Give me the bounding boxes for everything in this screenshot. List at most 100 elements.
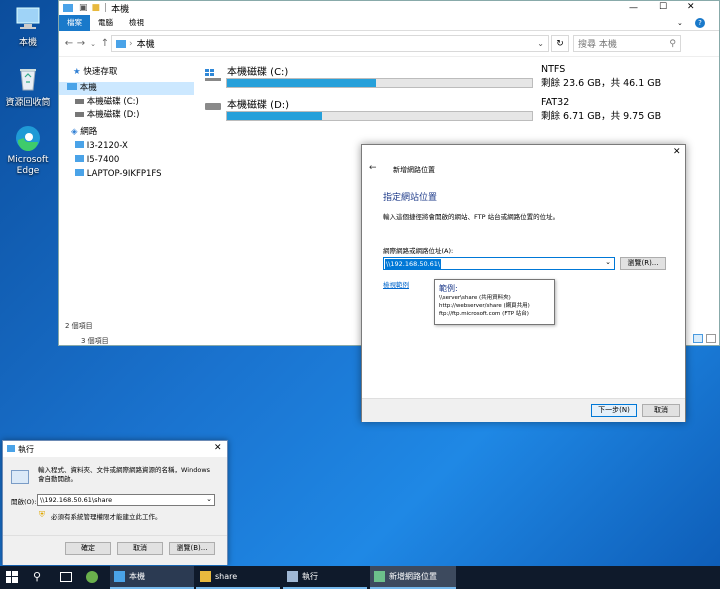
nav-host[interactable]: I3-2120-X: [75, 140, 128, 153]
pc-icon: [116, 39, 126, 48]
tab-view[interactable]: 檢視: [121, 15, 152, 31]
back-arrow-icon[interactable]: ←: [369, 163, 377, 173]
folder-small-icon[interactable]: ■: [92, 3, 101, 13]
open-label: 開啟(O):: [11, 498, 37, 506]
computer-icon: [75, 169, 84, 176]
desktop-icon-label: Microsoft Edge: [7, 155, 49, 176]
tooltip-line: ftp://ftp.microsoft.com (FTP 站台): [439, 311, 529, 317]
browse-button[interactable]: 瀏覽(R)...: [620, 257, 666, 270]
drive-usage-bar: [226, 111, 533, 121]
desktop-icon-label: 本機: [18, 38, 37, 48]
open-input-value: \\192.168.50.61\share: [40, 496, 113, 504]
edge-icon: [14, 124, 42, 152]
close-button[interactable]: ✕: [673, 147, 681, 157]
quick-save-icon[interactable]: ▣: [79, 3, 88, 13]
chevron-right-icon: ›: [129, 38, 133, 49]
view-examples-link[interactable]: 檢視範例: [383, 279, 409, 289]
run-icon: [7, 445, 15, 452]
drive-icon: [205, 103, 221, 110]
drive-filesystem: NTFS: [541, 64, 566, 75]
windows-drive-icon: [205, 69, 221, 81]
run-description: 輸入程式、資料夾、文件或網際網路資源的名稱，Windows 會自動開啟。: [38, 466, 211, 483]
cancel-button[interactable]: 取消: [117, 542, 163, 555]
chevron-down-icon[interactable]: ⌄: [677, 19, 683, 27]
shield-icon: ⛨: [39, 510, 45, 519]
taskbar-app-explorer[interactable]: 本機: [110, 566, 194, 589]
tab-file[interactable]: 檔案: [59, 14, 90, 31]
chevron-down-icon[interactable]: ⌄: [206, 495, 212, 503]
close-button[interactable]: ✕: [214, 443, 222, 453]
drive-filesystem: FAT32: [541, 97, 570, 108]
forward-button[interactable]: →: [75, 38, 87, 49]
search-icon: ⚲: [669, 38, 676, 49]
minimize-button[interactable]: —: [629, 3, 638, 13]
pinned-app-icon[interactable]: [86, 571, 98, 583]
explorer-icon: [114, 571, 125, 582]
admin-note: 必須有系統管理權限才能建立此工作。: [51, 513, 162, 521]
star-icon: ★: [73, 67, 81, 77]
taskbar-app-network-location[interactable]: 新增網路位置: [370, 566, 456, 589]
tooltip-title: 範例:: [439, 284, 458, 293]
recent-chevron-icon[interactable]: ⌄: [87, 40, 99, 48]
desktop-icon-edge[interactable]: Microsoft Edge: [0, 124, 56, 177]
start-button[interactable]: [6, 571, 18, 583]
wizard-instruction: 輸入這個捷徑將會開啟的網站、FTP 站台或網路位置的位址。: [383, 213, 560, 221]
run-dialog: 執行 ✕ 輸入程式、資料夾、文件或網際網路資源的名稱，Windows 會自動開啟…: [2, 440, 228, 565]
pc-icon: [67, 83, 77, 90]
navigation-pane: ★ 快速存取 本機 本機磁碟 (C:) 本機磁碟 (D:) ◈ 網路 I3-21…: [59, 59, 194, 321]
close-button[interactable]: ✕: [687, 2, 695, 12]
taskbar-app-run[interactable]: 執行: [283, 566, 367, 589]
refresh-button[interactable]: ↻: [551, 35, 569, 52]
ribbon: 檔案 電腦 檢視 ⌄ ?: [59, 14, 719, 31]
address-field[interactable]: \\192.168.50.61\ ⌄: [383, 257, 615, 270]
nav-this-pc[interactable]: 本機: [59, 82, 194, 95]
maximize-button[interactable]: ☐: [659, 2, 667, 12]
address-row: ← → ⌄ ↑ › 本機 ⌄ ↻ 搜尋 本機 ⚲: [59, 31, 719, 57]
ok-button[interactable]: 確定: [65, 542, 111, 555]
address-field-value: \\192.168.50.61\: [385, 259, 442, 269]
help-icon[interactable]: ?: [695, 17, 705, 28]
drive-space: 剩餘 6.71 GB，共 9.75 GB: [541, 111, 662, 122]
task-view-icon[interactable]: [60, 572, 72, 582]
drive-icon: [75, 112, 84, 117]
address-dropdown-icon[interactable]: ⌄: [537, 39, 544, 48]
browse-button[interactable]: 瀏覽(B)...: [169, 542, 215, 555]
chevron-down-icon[interactable]: ⌄: [605, 258, 611, 266]
up-button[interactable]: ↑: [99, 38, 111, 49]
computer-icon: [14, 4, 42, 32]
back-button[interactable]: ←: [63, 38, 75, 49]
drive-usage-bar: [226, 78, 533, 88]
add-network-location-dialog: ✕ ← 新增網路位置 指定網站位置 輸入這個捷徑將會開啟的網站、FTP 站台或網…: [361, 144, 686, 422]
nav-quick-access[interactable]: ★ 快速存取: [73, 66, 117, 79]
nav-host[interactable]: LAPTOP-9IKFP1FS: [75, 168, 162, 181]
nav-drive-d[interactable]: 本機磁碟 (D:): [75, 109, 139, 122]
computer-icon: [75, 155, 84, 162]
nav-drive-c[interactable]: 本機磁碟 (C:): [75, 96, 139, 109]
drive-icon: [75, 99, 84, 104]
tab-computer[interactable]: 電腦: [90, 15, 121, 31]
desktop-icon-label: 資源回收筒: [5, 98, 51, 108]
window-title: 本機: [111, 4, 130, 15]
folder-icon: [200, 571, 211, 582]
drive-name: 本機磁碟 (D:): [227, 100, 290, 111]
examples-tooltip: 範例: \\server\share (共用資料夾) http://webser…: [434, 279, 555, 325]
taskbar-app-share[interactable]: share: [196, 566, 280, 589]
run-icon: [287, 571, 298, 582]
address-bar[interactable]: › 本機 ⌄: [111, 35, 549, 52]
cancel-button[interactable]: 取消: [642, 404, 680, 417]
desktop-icon-this-pc[interactable]: 本機: [0, 4, 56, 48]
network-location-icon: [374, 571, 385, 582]
next-button[interactable]: 下一步(N): [591, 404, 637, 417]
search-icon[interactable]: ⚲: [33, 570, 41, 583]
details-view-button[interactable]: [693, 334, 703, 343]
open-input[interactable]: \\192.168.50.61\share ⌄: [37, 494, 215, 506]
tooltip-line: \\server\share (共用資料夾): [439, 295, 511, 301]
tiles-view-button[interactable]: [706, 334, 716, 343]
nav-host[interactable]: I5-7400: [75, 154, 119, 167]
search-input[interactable]: 搜尋 本機 ⚲: [573, 35, 681, 52]
explorer-titlebar: ▣ ■ | 本機 — ☐ ✕: [59, 1, 719, 15]
nav-network[interactable]: ◈ 網路: [71, 126, 97, 139]
address-field-label: 網際網路或網路位址(A):: [383, 247, 454, 255]
desktop-icon-recycle-bin[interactable]: 資源回收筒: [0, 64, 56, 108]
address-text: 本機: [136, 40, 155, 50]
